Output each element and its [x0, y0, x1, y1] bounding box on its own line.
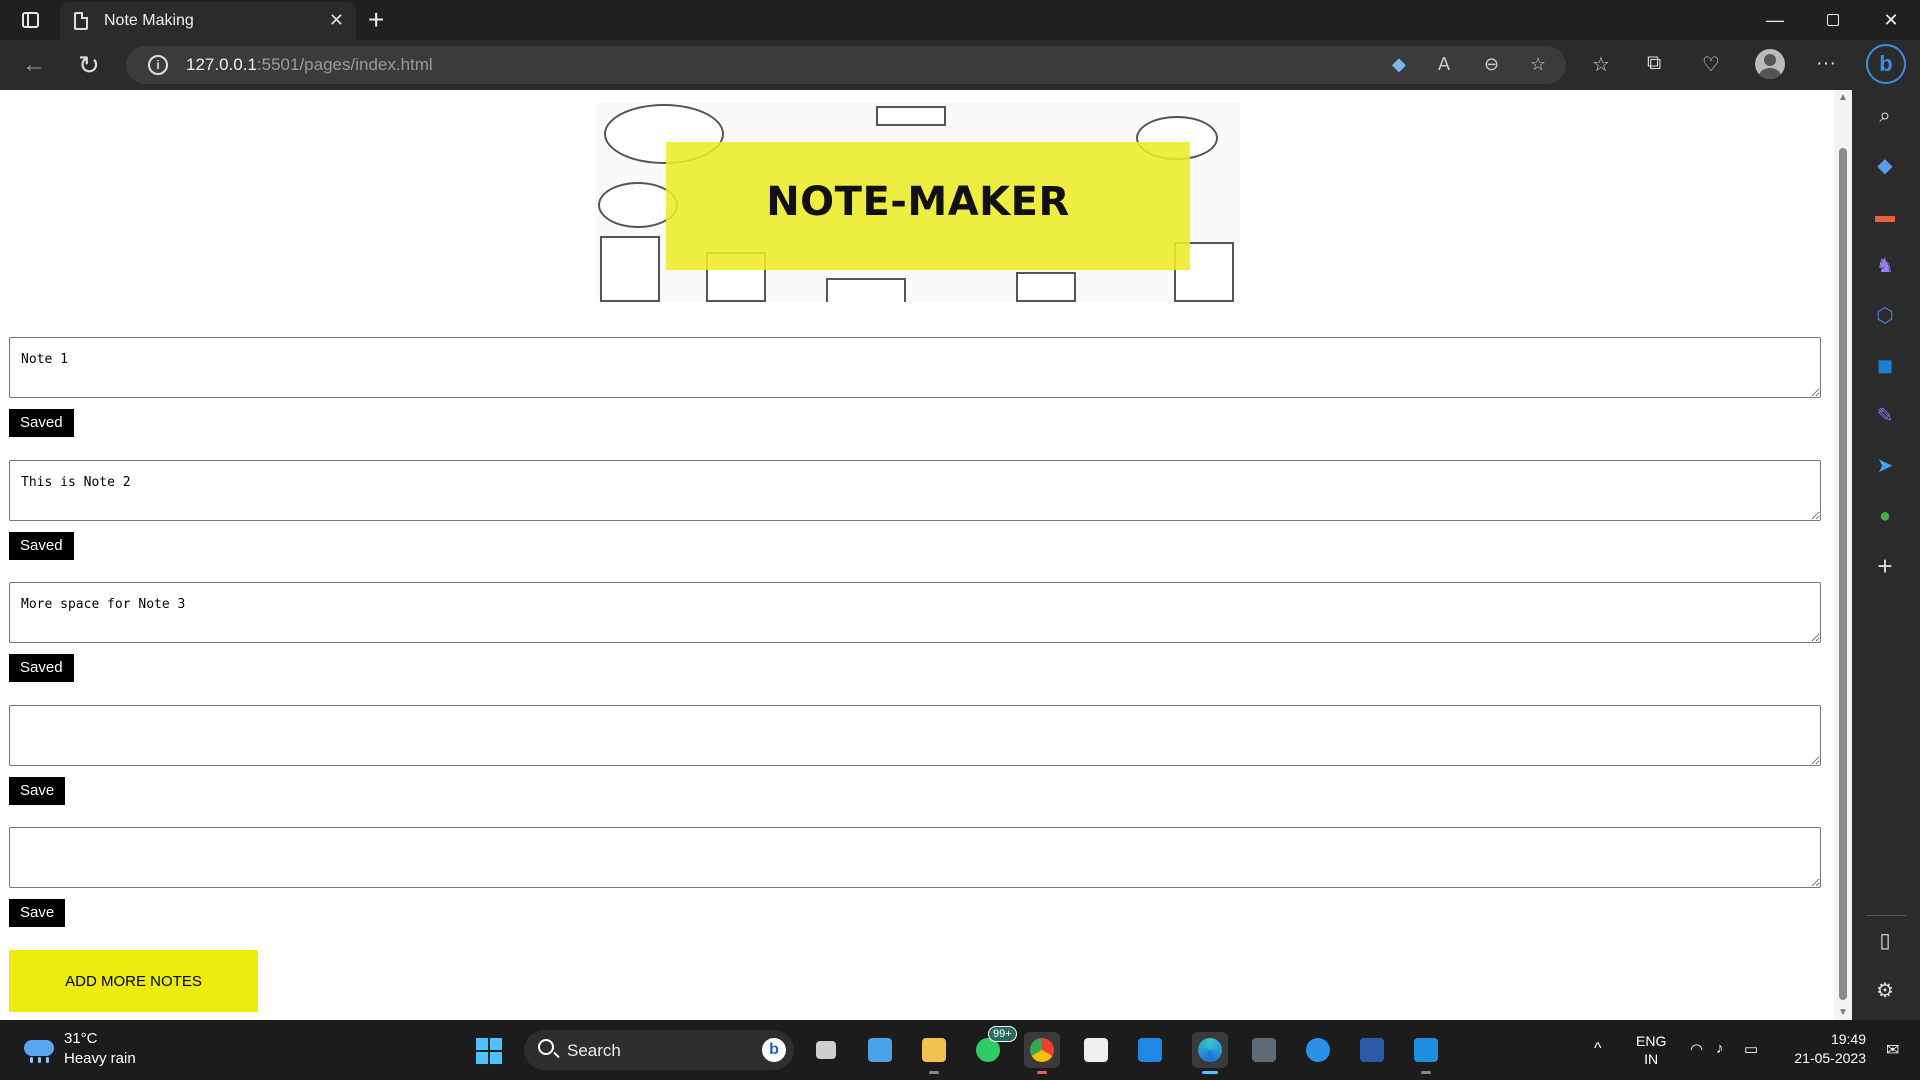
more-options-icon[interactable]: ··· — [1816, 52, 1836, 75]
bing-icon[interactable]: b — [762, 1038, 786, 1062]
battery-icon[interactable]: ▭ — [1744, 1040, 1758, 1058]
url-text[interactable]: 127.0.0.1:5501/pages/index.html — [186, 55, 433, 75]
notepad-icon[interactable] — [862, 1032, 898, 1068]
zoom-out-icon[interactable]: ⊖ — [1484, 54, 1499, 75]
minimize-button[interactable]: — — [1752, 6, 1798, 34]
edge-sidebar: ⌕ ◆ ▬ ♞ ⬡ ◼ ✎ ➤ ● + ▯ ⚙ — [1852, 90, 1920, 1020]
windows-taskbar: 31°C Heavy rain Search b 99+ ^ ENG IN ◠ … — [0, 1020, 1920, 1080]
sidebar-games-icon[interactable]: ♞ — [1870, 251, 1900, 281]
note-textarea-5[interactable] — [9, 827, 1821, 888]
active-tab[interactable]: Note Making ✕ — [60, 2, 356, 40]
close-tab-icon[interactable]: ✕ — [329, 10, 344, 30]
sidebar-add-icon[interactable]: + — [1870, 551, 1900, 581]
browser-essentials-icon[interactable]: ♡ — [1702, 52, 1720, 77]
collections-icon[interactable]: ⧉ — [1647, 52, 1661, 75]
calculator-icon[interactable] — [1246, 1032, 1282, 1068]
show-hidden-icons-icon[interactable]: ^ — [1594, 1040, 1602, 1058]
address-bar[interactable]: i 127.0.0.1:5501/pages/index.html ◆ A ⊖ … — [126, 46, 1566, 84]
page-viewport: NOTE-MAKER Note 1 Saved This is Note 2 S… — [0, 90, 1852, 1020]
page-scrollbar[interactable]: ▲ ▼ — [1834, 90, 1852, 1020]
coupon-tag-icon[interactable]: ◆ — [1392, 54, 1406, 75]
browser-tabstrip: Note Making ✕ + — ✕ — [0, 0, 1920, 40]
whatsapp-icon[interactable]: 99+ — [970, 1026, 1017, 1068]
system-clock[interactable]: 19:49 21-05-2023 — [1786, 1030, 1866, 1068]
taskbar-search[interactable]: Search b — [524, 1030, 794, 1070]
profile-avatar[interactable] — [1755, 49, 1785, 79]
microsoft-store-icon[interactable] — [1078, 1032, 1114, 1068]
search-icon — [538, 1039, 554, 1055]
note-save-button-2[interactable]: Saved — [9, 532, 74, 560]
get-help-icon[interactable] — [1300, 1032, 1336, 1068]
weather-description[interactable]: Heavy rain — [64, 1050, 136, 1067]
sidebar-microsoft365-icon[interactable]: ⬡ — [1870, 301, 1900, 331]
sidebar-drop-icon[interactable]: ➤ — [1870, 451, 1900, 481]
add-more-notes-button[interactable]: ADD MORE NOTES — [9, 950, 258, 1012]
sidebar-tools-icon[interactable]: ▬ — [1870, 201, 1900, 231]
back-arrow-icon[interactable]: ← — [22, 50, 46, 80]
tab-actions-icon[interactable] — [14, 8, 46, 32]
edge-icon[interactable] — [1192, 1032, 1228, 1074]
note-textarea-1[interactable]: Note 1 — [9, 337, 1821, 398]
weather-rain-icon[interactable] — [22, 1036, 56, 1063]
header-banner: NOTE-MAKER — [596, 102, 1240, 302]
close-window-button[interactable]: ✕ — [1868, 6, 1914, 34]
vscode-icon[interactable] — [1408, 1032, 1444, 1074]
page-icon — [74, 12, 88, 30]
myhp-icon[interactable] — [1132, 1032, 1168, 1068]
powershell-icon[interactable] — [1354, 1032, 1390, 1068]
clock-date: 21-05-2023 — [1794, 1050, 1866, 1066]
page-title: NOTE-MAKER — [766, 179, 1070, 225]
site-info-icon[interactable]: i — [148, 55, 168, 75]
wifi-icon[interactable]: ◠ — [1690, 1040, 1703, 1058]
add-favorite-icon[interactable]: ☆ — [1530, 54, 1546, 75]
sidebar-designer-icon[interactable]: ✎ — [1870, 401, 1900, 431]
browser-toolbar: ← ↻ i 127.0.0.1:5501/pages/index.html ◆ … — [0, 40, 1920, 90]
whatsapp-badge: 99+ — [988, 1026, 1017, 1042]
sidebar-search-icon[interactable]: ⌕ — [1870, 101, 1900, 131]
weather-temperature[interactable]: 31°C — [64, 1030, 98, 1047]
tab-title: Note Making — [104, 12, 194, 29]
task-view-icon[interactable] — [808, 1032, 844, 1068]
scroll-down-arrow-icon[interactable]: ▼ — [1838, 1007, 1848, 1018]
file-explorer-icon[interactable] — [916, 1032, 952, 1074]
chrome-icon[interactable] — [1024, 1032, 1060, 1074]
new-tab-button[interactable]: + — [368, 4, 384, 36]
note-textarea-3[interactable]: More space for Note 3 — [9, 582, 1821, 643]
sidebar-divider — [1866, 915, 1906, 916]
note-textarea-2[interactable]: This is Note 2 — [9, 460, 1821, 521]
scroll-up-arrow-icon[interactable]: ▲ — [1838, 92, 1848, 103]
read-aloud-icon[interactable]: A — [1438, 54, 1450, 75]
sidebar-outlook-icon[interactable]: ◼ — [1870, 351, 1900, 381]
taskbar-search-label: Search — [567, 1041, 621, 1060]
sidebar-shopping-icon[interactable]: ◆ — [1870, 151, 1900, 181]
scroll-thumb[interactable] — [1839, 148, 1847, 1000]
windows-start-icon[interactable] — [476, 1038, 502, 1064]
language-indicator[interactable]: ENG IN — [1636, 1032, 1666, 1068]
note-textarea-4[interactable] — [9, 705, 1821, 766]
refresh-icon[interactable]: ↻ — [78, 50, 100, 80]
sidebar-settings-icon[interactable]: ⚙ — [1870, 976, 1900, 1006]
bing-chat-icon[interactable]: b — [1866, 44, 1906, 84]
note-save-button-3[interactable]: Saved — [9, 654, 74, 682]
favorites-icon[interactable]: ☆ — [1592, 52, 1610, 77]
sidebar-hide-icon[interactable]: ▯ — [1870, 926, 1900, 956]
volume-icon[interactable]: ♪ — [1716, 1040, 1724, 1057]
restore-button[interactable] — [1810, 6, 1856, 34]
note-save-button-1[interactable]: Saved — [9, 409, 74, 437]
notifications-icon[interactable]: ✉ — [1886, 1040, 1899, 1060]
sidebar-tree-icon[interactable]: ● — [1870, 501, 1900, 531]
note-save-button-4[interactable]: Save — [9, 777, 66, 805]
clock-time: 19:49 — [1830, 1031, 1866, 1047]
note-save-button-5[interactable]: Save — [9, 899, 66, 927]
